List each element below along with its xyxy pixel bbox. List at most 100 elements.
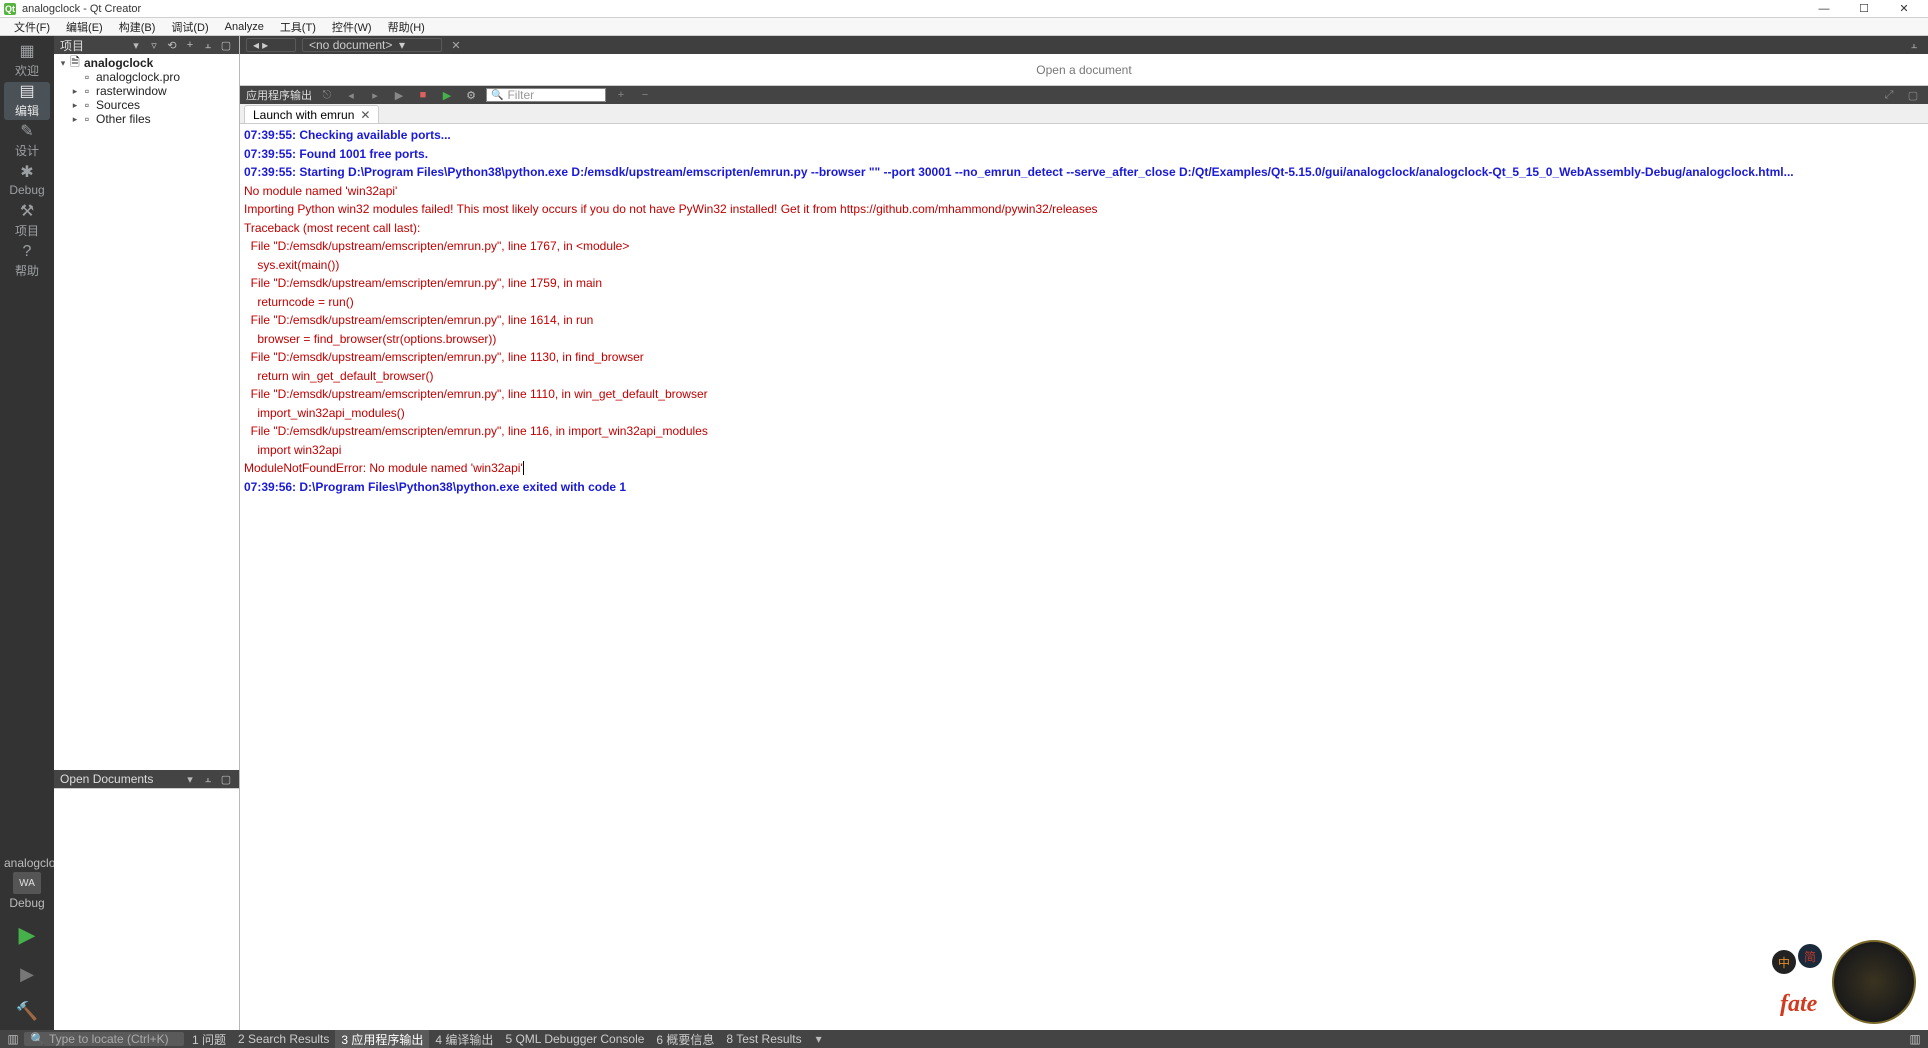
- panes-dropdown-icon[interactable]: ▾: [810, 1032, 828, 1046]
- menu-debug[interactable]: 调试(D): [163, 19, 216, 35]
- close-panel-icon[interactable]: ▢: [219, 38, 233, 52]
- output-line: File "D:/emsdk/upstream/emscripten/emrun…: [244, 348, 1924, 367]
- filter-placeholder: Filter: [507, 88, 534, 102]
- tree-row-project[interactable]: ▾ 🗎 analogclock: [54, 56, 239, 70]
- add-icon[interactable]: +: [183, 38, 197, 52]
- status-pane-1[interactable]: 1 问题: [186, 1030, 232, 1048]
- mode-debug[interactable]: ✱Debug: [4, 162, 50, 200]
- document-combo[interactable]: <no document> ▾: [302, 38, 442, 52]
- output-body[interactable]: 07:39:55: Checking available ports...07:…: [240, 124, 1928, 1030]
- attach-icon[interactable]: ⎋: [318, 88, 336, 102]
- output-line: File "D:/emsdk/upstream/emscripten/emrun…: [244, 385, 1924, 404]
- kit-config: Debug: [4, 896, 50, 910]
- chevron-right-icon: ▸: [262, 38, 268, 52]
- tree-row-sources[interactable]: ▸ ▫ Sources: [54, 98, 239, 112]
- kit-selector[interactable]: analogclock WA Debug: [4, 856, 50, 910]
- link-icon[interactable]: ⟲: [165, 38, 179, 52]
- close-button[interactable]: ✕: [1884, 0, 1924, 18]
- split-editor-icon[interactable]: ⫠: [1906, 38, 1922, 52]
- tree-label: Sources: [96, 98, 140, 112]
- output-tabs: Launch with emrun ✕: [240, 104, 1928, 124]
- menu-help[interactable]: 帮助(H): [380, 19, 433, 35]
- output-line: ModuleNotFoundError: No module named 'wi…: [244, 459, 1924, 478]
- locator-input[interactable]: 🔍 Type to locate (Ctrl+K): [24, 1032, 184, 1046]
- project-panel-header: 项目 ▾ ▿ ⟲ + ⫠ ▢: [54, 36, 239, 54]
- run-output-button[interactable]: ▶: [438, 88, 456, 102]
- status-pane-5[interactable]: 5 QML Debugger Console: [499, 1030, 650, 1048]
- menu-tools[interactable]: 工具(T): [272, 19, 324, 35]
- close-panel-icon[interactable]: ▢: [219, 772, 233, 786]
- output-line: File "D:/emsdk/upstream/emscripten/emrun…: [244, 237, 1924, 256]
- chevron-right-icon[interactable]: ▸: [70, 100, 80, 111]
- min-output-icon[interactable]: ▢: [1904, 88, 1922, 102]
- settings-icon[interactable]: ⚙: [462, 88, 480, 102]
- rerun-button[interactable]: ▶: [390, 88, 408, 102]
- split-icon[interactable]: ⫠: [201, 772, 215, 786]
- project-panel-title: 项目: [60, 37, 125, 54]
- open-docs-title: Open Documents: [60, 772, 179, 786]
- output-line: Traceback (most recent call last):: [244, 219, 1924, 238]
- question-icon: ?: [23, 244, 32, 260]
- split-icon[interactable]: ⫠: [201, 38, 215, 52]
- build-button[interactable]: 🔨: [16, 1001, 38, 1022]
- project-panel-dropdown-icon[interactable]: ▾: [129, 38, 143, 52]
- mode-welcome[interactable]: ▦欢迎: [4, 42, 50, 80]
- remove-output-tab-icon[interactable]: −: [636, 88, 654, 102]
- menu-edit[interactable]: 编辑(E): [58, 19, 111, 35]
- tree-row-pro-file[interactable]: ▫ analogclock.pro: [54, 70, 239, 84]
- toggle-right-sidebar-icon[interactable]: ▥: [1906, 1032, 1924, 1046]
- debug-run-button[interactable]: ▶: [20, 964, 34, 985]
- mode-projects[interactable]: ⚒项目: [4, 202, 50, 240]
- add-output-tab-icon[interactable]: +: [612, 88, 630, 102]
- next-icon[interactable]: ▸: [366, 88, 384, 102]
- status-pane-3[interactable]: 3 应用程序输出: [335, 1030, 429, 1048]
- output-line: 07:39:56: D:\Program Files\Python38\pyth…: [244, 478, 1924, 497]
- close-tab-icon[interactable]: ✕: [360, 108, 370, 122]
- menu-widgets[interactable]: 控件(W): [324, 19, 380, 35]
- stop-button[interactable]: ■: [414, 88, 432, 102]
- output-title: 应用程序输出: [246, 87, 312, 103]
- menubar: 文件(F) 编辑(E) 构建(B) 调试(D) Analyze 工具(T) 控件…: [0, 18, 1928, 36]
- close-doc-icon[interactable]: ✕: [448, 38, 464, 52]
- open-docs-header: Open Documents ▾ ⫠ ▢: [54, 770, 239, 788]
- bug-icon: ✱: [20, 165, 33, 181]
- status-pane-2[interactable]: 2 Search Results: [232, 1030, 335, 1048]
- filter-icon[interactable]: ▿: [147, 38, 161, 52]
- tree-row-other-files[interactable]: ▸ ▫ Other files: [54, 112, 239, 126]
- chevron-right-icon[interactable]: ▸: [70, 114, 80, 125]
- output-line: 07:39:55: Starting D:\Program Files\Pyth…: [244, 163, 1924, 182]
- tree-row-rasterwindow[interactable]: ▸ ▫ rasterwindow: [54, 84, 239, 98]
- mode-edit[interactable]: ▤编辑: [4, 82, 50, 120]
- locator-placeholder: Type to locate (Ctrl+K): [49, 1032, 169, 1046]
- chevron-left-icon: ◂: [253, 38, 259, 52]
- grid-icon: ▦: [19, 44, 34, 60]
- zoom-icon[interactable]: ⤢: [1880, 88, 1898, 102]
- open-docs-dropdown-icon[interactable]: ▾: [183, 772, 197, 786]
- output-tab-emrun[interactable]: Launch with emrun ✕: [244, 105, 379, 123]
- maximize-button[interactable]: ☐: [1844, 0, 1884, 18]
- output-line: Importing Python win32 modules failed! T…: [244, 200, 1924, 219]
- navigate-back-combo[interactable]: ◂ ▸: [246, 38, 296, 52]
- mode-design[interactable]: ✎设计: [4, 122, 50, 160]
- mode-help[interactable]: ?帮助: [4, 242, 50, 280]
- file-icon: ▫: [80, 70, 94, 84]
- kit-target: WA: [13, 872, 41, 894]
- tree-label: Other files: [96, 112, 151, 126]
- menu-analyze[interactable]: Analyze: [217, 21, 272, 33]
- menu-build[interactable]: 构建(B): [111, 19, 164, 35]
- status-pane-4[interactable]: 4 编译输出: [429, 1030, 499, 1048]
- kit-project: analogclock: [4, 856, 50, 870]
- prev-icon[interactable]: ◂: [342, 88, 360, 102]
- edit-icon: ▤: [19, 84, 34, 100]
- run-button[interactable]: ▶: [19, 922, 36, 948]
- output-filter-input[interactable]: 🔍 Filter: [486, 88, 606, 102]
- status-pane-8[interactable]: 8 Test Results: [720, 1030, 807, 1048]
- status-pane-6[interactable]: 6 概要信息: [650, 1030, 720, 1048]
- chevron-down-icon[interactable]: ▾: [58, 58, 68, 69]
- chevron-right-icon[interactable]: ▸: [70, 86, 80, 97]
- menu-file[interactable]: 文件(F): [6, 19, 58, 35]
- project-tree[interactable]: ▾ 🗎 analogclock ▫ analogclock.pro ▸ ▫ ra…: [54, 54, 239, 770]
- minimize-button[interactable]: —: [1804, 0, 1844, 18]
- toggle-sidebar-icon[interactable]: ▥: [4, 1032, 22, 1046]
- tree-label: analogclock.pro: [96, 70, 180, 84]
